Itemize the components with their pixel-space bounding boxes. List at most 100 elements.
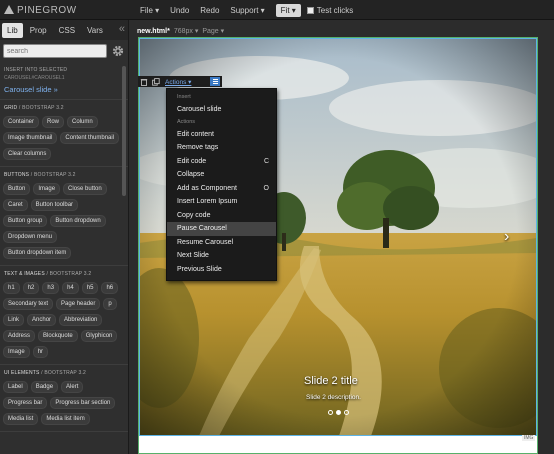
component-button-group[interactable]: Button group xyxy=(3,215,48,227)
menu-item-shortcut: C xyxy=(263,157,269,165)
component-progress-bar[interactable]: Progress bar xyxy=(3,397,48,409)
tab-lib[interactable]: Lib xyxy=(2,22,23,38)
menu-item-remove-tags[interactable]: Remove tags xyxy=(167,141,276,155)
device-width-dropdown[interactable]: 768px ▾ xyxy=(174,27,199,35)
support-menu[interactable]: Support ▾ xyxy=(230,6,264,15)
menu-header-actions: Actions xyxy=(177,118,196,125)
component-media-list-item[interactable]: Media list item xyxy=(41,413,90,425)
section-title: UI ELEMENTS xyxy=(4,370,40,376)
component-abbreviation[interactable]: Abbreviation xyxy=(59,314,103,326)
component-h4[interactable]: h4 xyxy=(62,282,79,294)
component-page-header[interactable]: Page header xyxy=(56,298,101,310)
component-p[interactable]: p xyxy=(103,298,117,310)
menu-item-edit-code[interactable]: Edit code C xyxy=(167,155,276,169)
collapse-panel-icon[interactable]: « xyxy=(119,23,125,35)
menu-item-next-slide[interactable]: Next Slide xyxy=(167,249,276,263)
component-content-thumbnail[interactable]: Content thumbnail xyxy=(60,132,120,144)
menu-item-collapse[interactable]: Collapse xyxy=(167,168,276,182)
component-image-thumbnail[interactable]: Image thumbnail xyxy=(3,132,58,144)
menu-header-insert: Insert xyxy=(177,94,191,100)
menu-item-carousel-slide[interactable]: Carousel slide xyxy=(167,103,276,117)
component-h6[interactable]: h6 xyxy=(101,282,119,294)
menu-item-previous-slide[interactable]: Previous Slide xyxy=(167,263,276,277)
section-title: BUTTONS xyxy=(4,172,30,178)
component-button-dropdown-item[interactable]: Button dropdown item xyxy=(3,247,72,259)
component-h1[interactable]: h1 xyxy=(3,282,20,294)
component-column[interactable]: Column xyxy=(67,116,98,128)
section-heading-grid: GRID / BOOTSTRAP 3.2 xyxy=(0,103,128,113)
component-button-dropdown[interactable]: Button dropdown xyxy=(50,215,106,227)
library-search-input[interactable] xyxy=(3,44,107,58)
app-logo: PINEGROW xyxy=(4,3,77,17)
menu-item-label: Edit code xyxy=(177,157,207,165)
page-dropdown[interactable]: Page ▾ xyxy=(202,27,224,35)
divider xyxy=(0,166,128,167)
component-alert[interactable]: Alert xyxy=(61,381,84,393)
component-h2[interactable]: h2 xyxy=(22,282,40,294)
menu-item-label: Carousel slide xyxy=(177,106,222,113)
actions-dropdown[interactable]: Actions ▾ xyxy=(165,78,191,86)
component-label[interactable]: Label xyxy=(3,381,28,393)
filename-text: new.html xyxy=(137,27,168,35)
tab-vars[interactable]: Vars xyxy=(82,23,108,38)
component-media-list[interactable]: Media list xyxy=(3,413,39,425)
menu-item-resume-carousel[interactable]: Resume Carousel xyxy=(167,236,276,250)
section-heading-ui-elements: UI ELEMENTS / BOOTSTRAP 3.2 xyxy=(0,368,128,378)
menu-item-label: Resume Carousel xyxy=(177,238,234,246)
menu-item-copy-code[interactable]: Copy code xyxy=(167,209,276,223)
file-menu[interactable]: File ▾ xyxy=(140,6,159,15)
duplicate-icon[interactable] xyxy=(152,77,160,86)
delete-icon[interactable] xyxy=(140,78,148,86)
component-button[interactable]: Button xyxy=(3,183,31,195)
component-row[interactable]: Row xyxy=(42,116,65,128)
component-clear-columns[interactable]: Clear columns xyxy=(3,148,52,160)
component-container[interactable]: Container xyxy=(3,116,40,128)
section-title: TEXT & IMAGES xyxy=(4,271,45,277)
component-image[interactable]: Image xyxy=(3,346,30,358)
section-heading-text-images: TEXT & IMAGES / BOOTSTRAP 3.2 xyxy=(0,269,128,279)
pinegrow-window: PINEGROW File ▾ Undo Redo Support ▾ Fit … xyxy=(0,0,554,454)
test-clicks-checkbox[interactable] xyxy=(306,6,314,14)
tab-prop[interactable]: Prop xyxy=(25,23,52,38)
page-tab-filename[interactable]: new.html* xyxy=(137,28,170,35)
hamburger-menu-icon[interactable] xyxy=(210,77,220,86)
menu-item-label: Edit content xyxy=(177,130,214,138)
section-source: / BOOTSTRAP 3.2 xyxy=(18,105,64,111)
top-menu: File ▾ Undo Redo Support ▾ Fit ▾ Test cl… xyxy=(140,0,364,20)
insert-carousel-slide-link[interactable]: Carousel slide » xyxy=(0,81,128,97)
undo-button[interactable]: Undo xyxy=(170,6,189,15)
component-anchor[interactable]: Anchor xyxy=(27,314,57,326)
component-hr[interactable]: hr xyxy=(32,346,49,358)
menu-item-label: Add as Component xyxy=(177,184,237,192)
component-list: Button Image Close button Caret Button toolb… xyxy=(0,180,128,263)
component-address[interactable]: Address xyxy=(3,330,36,342)
component-button-toolbar[interactable]: Button toolbar xyxy=(30,199,79,211)
menu-item-pause-carousel[interactable]: Pause Carousel xyxy=(167,222,276,236)
component-image[interactable]: Image xyxy=(33,183,61,195)
component-caret[interactable]: Caret xyxy=(3,199,28,211)
component-badge[interactable]: Badge xyxy=(30,381,59,393)
component-h5[interactable]: h5 xyxy=(81,282,99,294)
test-clicks-label: Test clicks xyxy=(316,5,354,15)
component-blockquote[interactable]: Blockquote xyxy=(38,330,78,342)
component-link[interactable]: Link xyxy=(3,314,25,326)
menu-item-edit-content[interactable]: Edit content xyxy=(167,128,276,142)
component-close-button[interactable]: Close button xyxy=(63,183,107,195)
gear-icon[interactable] xyxy=(112,45,124,57)
menu-item-add-as-component[interactable]: Add as Component O xyxy=(167,182,276,196)
component-h3[interactable]: h3 xyxy=(42,282,60,294)
top-bar: PINEGROW File ▾ Undo Redo Support ▾ Fit … xyxy=(0,0,554,20)
element-size-tag: IMG xyxy=(522,435,536,441)
component-progress-bar-section[interactable]: Progress bar section xyxy=(50,397,116,409)
library-sections: GRID / BOOTSTRAP 3.2 Container Row Column Im… xyxy=(0,103,128,432)
panel-scrollbar[interactable] xyxy=(122,66,126,196)
redo-button[interactable]: Redo xyxy=(200,6,219,15)
component-dropdown-menu[interactable]: Dropdown menu xyxy=(3,231,58,243)
component-glyphicon[interactable]: Glyphicon xyxy=(80,330,118,342)
tab-css[interactable]: CSS xyxy=(54,23,80,38)
menu-item-label: Insert Lorem Ipsum xyxy=(177,198,238,205)
component-secondary-text[interactable]: Secondary text xyxy=(3,298,54,310)
menu-item-insert-lorem-ipsum[interactable]: Insert Lorem Ipsum xyxy=(167,195,276,209)
fit-dropdown[interactable]: Fit ▾ xyxy=(275,3,301,17)
menu-item-label: Copy code xyxy=(177,211,211,219)
